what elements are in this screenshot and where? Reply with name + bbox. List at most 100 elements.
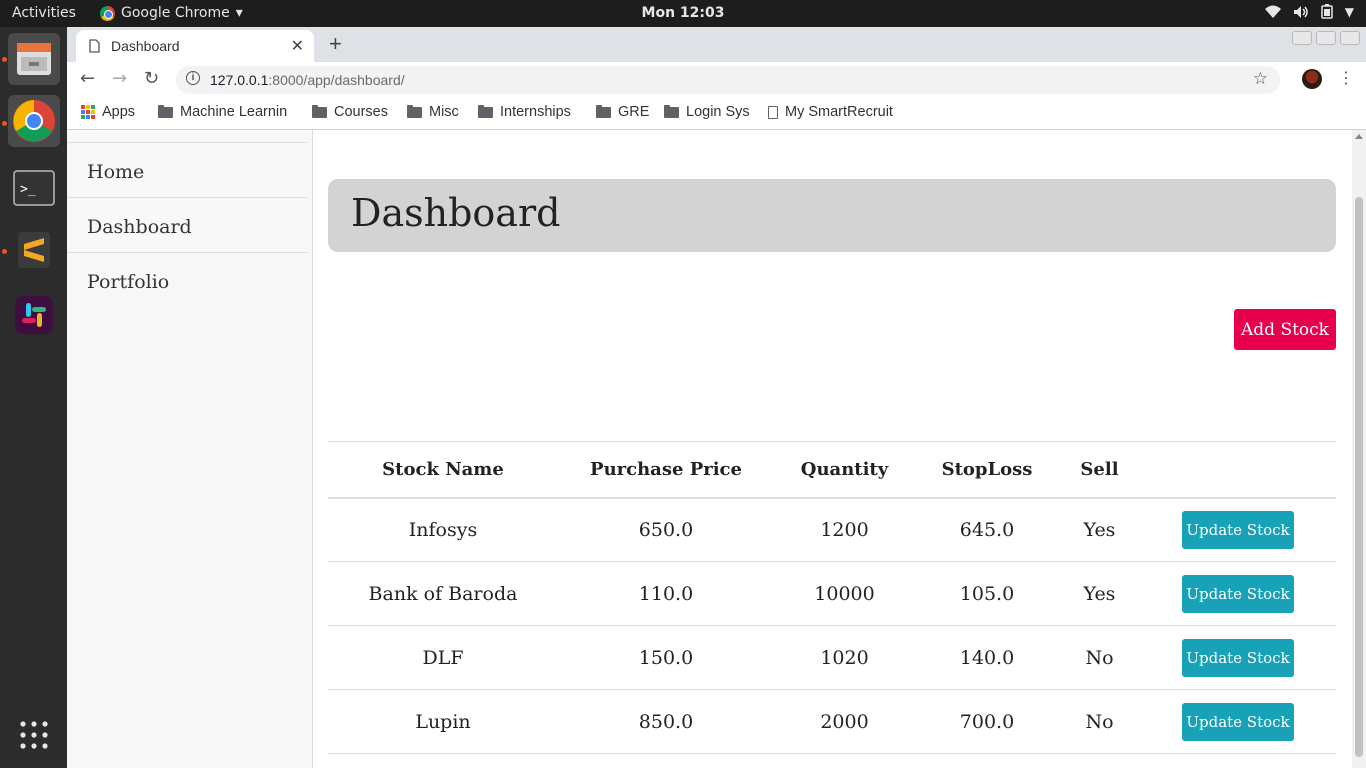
update-stock-button[interactable]: Update Stock [1182, 574, 1294, 613]
column-header[interactable]: Sell [1059, 441, 1140, 499]
folder-icon [407, 104, 422, 118]
sidebar-item-dashboard[interactable]: Dashboard [67, 197, 307, 252]
tab-dashboard[interactable]: Dashboard ✕ [76, 30, 314, 62]
action-cell: Update Stock [1140, 561, 1336, 626]
back-button[interactable]: ← [80, 68, 95, 89]
bookmark-star-icon[interactable]: ☆ [1253, 69, 1268, 89]
bookmarks-bar: Apps Machine Learnin Courses Misc Intern… [67, 98, 1366, 130]
dock: >_ [0, 27, 67, 768]
url-path: :8000/app/dashboard/ [268, 72, 405, 88]
sidebar-item-label: Portfolio [87, 271, 170, 293]
minimize-button[interactable] [1292, 31, 1312, 45]
table-header-row: Stock Name Purchase Price Quantity StopL… [328, 441, 1336, 499]
show-applications-icon[interactable] [8, 709, 60, 761]
volume-icon [1293, 5, 1308, 18]
chrome-menu-icon[interactable]: ⋮ [1338, 68, 1354, 87]
sidebar-item-portfolio[interactable]: Portfolio [67, 252, 307, 307]
files-app-icon[interactable] [8, 33, 60, 85]
bookmark-label: Courses [334, 104, 388, 120]
bookmark-label: Misc [429, 104, 459, 120]
url-text[interactable]: 127.0.0.1:8000/app/dashboard/ [210, 72, 405, 88]
bookmark-folder-internships[interactable]: Internships [478, 104, 571, 120]
window-controls [1292, 31, 1360, 45]
page-header: Dashboard [328, 179, 1336, 252]
browser-window: Dashboard ✕ + ← → ↻ i 127.0.0.1:8000/app… [67, 27, 1366, 768]
new-tab-button[interactable]: + [329, 31, 342, 57]
update-stock-button[interactable]: Update Stock [1182, 638, 1294, 677]
chrome-app-icon[interactable] [8, 95, 60, 147]
bookmark-label: Login Sys [686, 104, 750, 120]
column-header[interactable]: Purchase Price [558, 441, 774, 499]
reload-button[interactable]: ↻ [144, 68, 159, 89]
tab-title: Dashboard [111, 38, 180, 54]
sell-cell: Yes [1059, 561, 1140, 626]
profile-avatar[interactable] [1302, 69, 1322, 89]
action-cell: Update Stock [1140, 497, 1336, 562]
bookmark-folder-machine-learning[interactable]: Machine Learnin [158, 104, 292, 120]
sidebar-item-label: Dashboard [87, 216, 192, 238]
sell-cell: Yes [1059, 497, 1140, 562]
close-icon[interactable]: ✕ [291, 36, 304, 56]
update-stock-button[interactable]: Update Stock [1182, 702, 1294, 741]
running-indicator [2, 249, 7, 254]
page-title: Dashboard [351, 191, 561, 235]
action-cell: Update Stock [1140, 625, 1336, 690]
clock[interactable]: Mon 12:03 [0, 5, 1366, 21]
bookmark-label: Machine Learnin [180, 104, 288, 120]
forward-button[interactable]: → [112, 68, 127, 89]
bookmark-folder-misc[interactable]: Misc [407, 104, 459, 120]
page-viewport: Home Dashboard Portfolio Dashboard Add S… [67, 130, 1366, 768]
bookmark-folder-courses[interactable]: Courses [312, 104, 388, 120]
purchase-price-cell: 150.0 [558, 625, 774, 690]
info-icon[interactable]: i [186, 71, 200, 85]
purchase-price-cell: 850.0 [558, 689, 774, 754]
bookmark-label: Apps [102, 104, 136, 120]
scroll-up-arrow[interactable] [1355, 134, 1363, 139]
action-cell: Update Stock [1140, 689, 1336, 754]
page-scrollbar[interactable] [1352, 130, 1366, 768]
column-header[interactable]: Stock Name [328, 441, 558, 499]
purchase-price-cell: 110.0 [558, 561, 774, 626]
bookmark-folder-gre[interactable]: GRE [596, 104, 649, 120]
bookmark-label: My SmartRecruit [785, 104, 893, 120]
maximize-button[interactable] [1316, 31, 1336, 45]
sell-cell: No [1059, 689, 1140, 754]
system-tray[interactable]: ▼ [1264, 4, 1354, 19]
table-row: Infosys 650.0 1200 645.0 Yes Update Stoc… [328, 497, 1336, 562]
sidebar-item-label: Home [87, 161, 145, 183]
column-header [1140, 441, 1336, 499]
system-top-bar: Activities Google Chrome ▾ Mon 12:03 ▼ [0, 0, 1366, 27]
table-row: Lupin 850.0 2000 700.0 No Update Stock [328, 689, 1336, 754]
apps-icon [81, 105, 95, 119]
close-window-button[interactable] [1340, 31, 1360, 45]
stoploss-cell: 140.0 [915, 625, 1059, 690]
svg-text:>_: >_ [20, 182, 36, 197]
stoploss-cell: 105.0 [915, 561, 1059, 626]
stoploss-cell: 645.0 [915, 497, 1059, 562]
column-header[interactable]: Quantity [774, 441, 915, 499]
quantity-cell: 1200 [774, 497, 915, 562]
update-stock-button[interactable]: Update Stock [1182, 510, 1294, 549]
add-stock-button[interactable]: Add Stock [1234, 309, 1336, 350]
folder-icon [664, 104, 679, 118]
sidebar-item-home[interactable]: Home [67, 142, 307, 197]
table-row: Bank of Baroda 110.0 10000 105.0 Yes Upd… [328, 561, 1336, 626]
column-header[interactable]: StopLoss [915, 441, 1059, 499]
sidebar: Home Dashboard Portfolio [67, 130, 313, 768]
stock-name-cell: Infosys [328, 497, 558, 562]
folder-icon [478, 104, 493, 118]
bookmark-folder-login-sys[interactable]: Login Sys [664, 104, 750, 120]
stocks-table: Stock Name Purchase Price Quantity StopL… [328, 441, 1336, 754]
address-bar[interactable]: i 127.0.0.1:8000/app/dashboard/ ☆ [176, 66, 1280, 94]
sublime-text-app-icon[interactable] [8, 224, 60, 276]
scrollbar-thumb[interactable] [1355, 197, 1363, 757]
terminal-app-icon[interactable]: >_ [8, 163, 60, 215]
bookmark-apps[interactable]: Apps [81, 104, 135, 120]
main-content: Dashboard Add Stock Stock Name Purchase … [313, 130, 1352, 768]
chevron-down-icon: ▼ [1344, 4, 1354, 19]
battery-icon [1321, 4, 1333, 19]
url-host: 127.0.0.1 [210, 72, 269, 88]
slack-app-icon[interactable] [8, 289, 60, 341]
page-icon [768, 105, 778, 119]
browser-toolbar: ← → ↻ i 127.0.0.1:8000/app/dashboard/ ☆ … [67, 62, 1366, 98]
